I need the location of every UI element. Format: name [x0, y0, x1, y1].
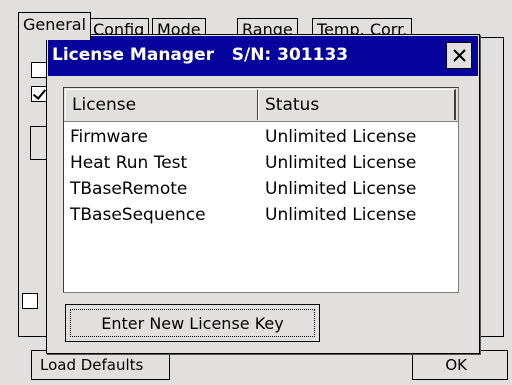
list-header: License Status — [64, 88, 458, 122]
license-name: TBaseSequence — [70, 205, 206, 225]
license-name: Firmware — [70, 127, 148, 147]
close-icon — [453, 49, 466, 62]
license-name: Heat Run Test — [70, 153, 188, 173]
load-defaults-button[interactable]: Load Defaults — [31, 350, 170, 380]
tab-general[interactable]: General — [18, 12, 92, 40]
ok-button[interactable]: OK — [412, 350, 508, 380]
column-header-status[interactable]: Status — [258, 89, 456, 120]
setting-checkbox-3[interactable] — [22, 293, 38, 309]
setting-checkbox-2[interactable] — [31, 86, 47, 102]
dialog-titlebar[interactable]: License Manager S/N: 301133 — [48, 36, 478, 76]
dialog-title: License Manager S/N: 301133 — [52, 45, 349, 65]
license-status: Unlimited License — [265, 127, 417, 147]
list-item[interactable]: Heat Run Test Unlimited License — [64, 150, 458, 176]
enter-license-key-label: Enter New License Key — [70, 309, 315, 337]
license-status: Unlimited License — [265, 153, 417, 173]
enter-license-key-button[interactable]: Enter New License Key — [65, 304, 320, 342]
list-item[interactable]: Firmware Unlimited License — [64, 124, 458, 150]
license-name: TBaseRemote — [70, 179, 188, 199]
license-list[interactable]: License Status Firmware Unlimited Licens… — [63, 87, 459, 293]
setting-checkbox-1[interactable] — [31, 62, 47, 78]
list-item[interactable]: TBaseRemote Unlimited License — [64, 176, 458, 202]
list-item[interactable]: TBaseSequence Unlimited License — [64, 202, 458, 228]
close-button[interactable] — [446, 42, 472, 69]
column-header-license[interactable]: License — [65, 89, 258, 120]
license-status: Unlimited License — [265, 205, 417, 225]
license-manager-dialog: License Manager S/N: 301133 License Stat… — [46, 34, 480, 354]
license-status: Unlimited License — [265, 179, 417, 199]
